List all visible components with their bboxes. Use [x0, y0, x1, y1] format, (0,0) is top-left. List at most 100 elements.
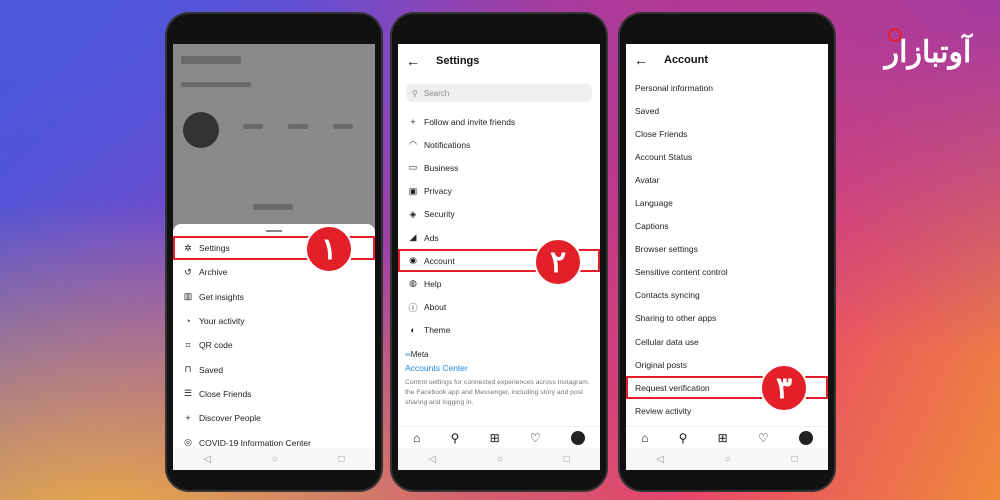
- back-icon[interactable]: ◁: [656, 454, 664, 465]
- heart-icon[interactable]: ♡: [530, 431, 541, 445]
- menu-item[interactable]: Captions: [626, 215, 828, 238]
- avatar[interactable]: [570, 430, 585, 445]
- menu-item[interactable]: Saved: [626, 99, 828, 122]
- qr-icon: ⌗: [185, 339, 191, 350]
- menu-item[interactable]: Personal information: [626, 76, 828, 99]
- home-circle-icon[interactable]: ○: [272, 454, 278, 465]
- menu-item-label: Close Friends: [199, 388, 252, 399]
- add-icon[interactable]: ⊞: [718, 431, 728, 445]
- bottom-nav: ⌂ ⚲ ⊞ ♡: [626, 426, 828, 448]
- back-icon[interactable]: ◁: [428, 454, 436, 465]
- theme-icon: ◐: [410, 325, 416, 336]
- lock-icon: ▣: [408, 185, 418, 196]
- insights-icon: ▥: [183, 291, 193, 302]
- menu-item[interactable]: ◠ Notifications: [398, 133, 600, 156]
- bottom-nav: ⌂ ⚲ ⊞ ♡: [398, 426, 600, 448]
- menu-item-label: Original posts: [635, 359, 687, 370]
- search-input[interactable]: ⚲ Search: [406, 84, 592, 102]
- back-arrow-icon[interactable]: ←: [406, 53, 420, 69]
- home-circle-icon[interactable]: ○: [725, 454, 731, 465]
- system-nav: ◁ ○ □: [626, 448, 828, 470]
- menu-item-label: Business: [424, 162, 459, 173]
- recent-icon[interactable]: □: [564, 454, 570, 465]
- recent-icon[interactable]: □: [792, 454, 798, 465]
- add-icon[interactable]: ⊞: [490, 431, 500, 445]
- shop-icon: ▭: [408, 162, 418, 173]
- bookmark-icon: ⊓: [184, 364, 192, 375]
- menu-item-label: Notifications: [424, 139, 471, 150]
- menu-item[interactable]: ⌗ QR code: [173, 333, 375, 357]
- menu-item[interactable]: + Follow and invite friends: [398, 110, 600, 133]
- ads-icon: ◢: [409, 232, 417, 243]
- menu-item-label: Follow and invite friends: [424, 116, 516, 127]
- menu-item-label: Personal information: [635, 82, 713, 93]
- menu-item-label: Ads: [424, 232, 439, 243]
- home-circle-icon[interactable]: ○: [497, 454, 503, 465]
- menu-item-label: Archive: [199, 267, 228, 278]
- menu-item[interactable]: ◈ Security: [398, 203, 600, 226]
- recent-icon[interactable]: □: [339, 454, 345, 465]
- menu-item[interactable]: Avatar: [626, 168, 828, 191]
- list-icon: ☰: [183, 388, 193, 399]
- page-title: Account: [664, 54, 708, 66]
- menu-item-label: Browser settings: [635, 244, 698, 255]
- menu-item[interactable]: ▣ Privacy: [398, 180, 600, 203]
- accounts-center-section: ∞Meta Accounts Center Control settings f…: [398, 342, 600, 408]
- step-badge: ٢: [534, 238, 582, 286]
- menu-item-label: Captions: [635, 221, 669, 232]
- menu-item-label: Discover People: [199, 413, 261, 424]
- step-badge: ٣: [760, 364, 808, 412]
- menu-item[interactable]: + Discover People: [173, 406, 375, 430]
- avatar[interactable]: [798, 430, 813, 445]
- home-icon[interactable]: ⌂: [641, 431, 648, 445]
- menu-item[interactable]: Browser settings: [626, 238, 828, 261]
- menu-item-label: Close Friends: [635, 128, 688, 139]
- account-icon: ◉: [409, 255, 417, 266]
- menu-item[interactable]: Account Status: [626, 145, 828, 168]
- menu-item-label: Account: [424, 255, 455, 266]
- menu-item-label: Avatar: [635, 174, 660, 185]
- menu-item[interactable]: ◔ Your activity: [173, 309, 375, 333]
- search-nav-icon[interactable]: ⚲: [451, 431, 460, 445]
- menu-item[interactable]: Close Friends: [626, 122, 828, 145]
- drag-handle[interactable]: [266, 230, 282, 232]
- back-arrow-icon[interactable]: ←: [634, 52, 648, 68]
- menu-item-label: QR code: [199, 340, 233, 351]
- menu-item-label: Settings: [199, 243, 230, 254]
- menu-item-label: Language: [635, 198, 673, 209]
- home-icon[interactable]: ⌂: [413, 431, 420, 445]
- brand-logo: آوتبازار: [868, 16, 988, 76]
- phone-account: ← Account Personal information Saved Close …: [620, 14, 834, 490]
- menu-item-label: Your activity: [199, 316, 245, 327]
- menu-item-label: Sensitive content control: [635, 267, 728, 278]
- menu-item[interactable]: Language: [626, 191, 828, 214]
- add-person-icon: +: [185, 413, 191, 424]
- menu-item-label: Request verification: [635, 382, 710, 393]
- shield-icon: ◈: [409, 208, 417, 219]
- menu-item[interactable]: ▥ Get insights: [173, 285, 375, 309]
- search-nav-icon[interactable]: ⚲: [679, 431, 688, 445]
- activity-icon: ◔: [185, 316, 191, 327]
- menu-item[interactable]: ☰ Close Friends: [173, 382, 375, 406]
- info-icon: ◎: [184, 437, 192, 448]
- menu-item-label: Contacts syncing: [635, 290, 700, 301]
- menu-item[interactable]: ⓘ About: [398, 296, 600, 319]
- back-icon[interactable]: ◁: [203, 454, 211, 465]
- help-icon: ◍: [409, 278, 417, 289]
- menu-item-label: Get insights: [199, 291, 244, 302]
- search-icon: ⚲: [412, 88, 418, 98]
- heart-icon[interactable]: ♡: [758, 431, 769, 445]
- menu-item[interactable]: Cellular data use: [626, 330, 828, 353]
- accounts-center-link[interactable]: Accounts Center: [405, 363, 593, 373]
- settings-icon: ✲: [184, 242, 192, 253]
- menu-item[interactable]: Contacts syncing: [626, 284, 828, 307]
- menu-item[interactable]: ◐ Theme: [398, 319, 600, 342]
- menu-item[interactable]: Sharing to other apps: [626, 307, 828, 330]
- search-placeholder: Search: [423, 88, 450, 98]
- menu-item-label: Saved: [635, 105, 660, 116]
- menu-item[interactable]: Sensitive content control: [626, 261, 828, 284]
- menu-item[interactable]: ▭ Business: [398, 156, 600, 179]
- menu-item[interactable]: ⊓ Saved: [173, 357, 375, 381]
- menu-item-label: Cellular data use: [635, 336, 699, 347]
- menu-item-label: Security: [424, 209, 455, 220]
